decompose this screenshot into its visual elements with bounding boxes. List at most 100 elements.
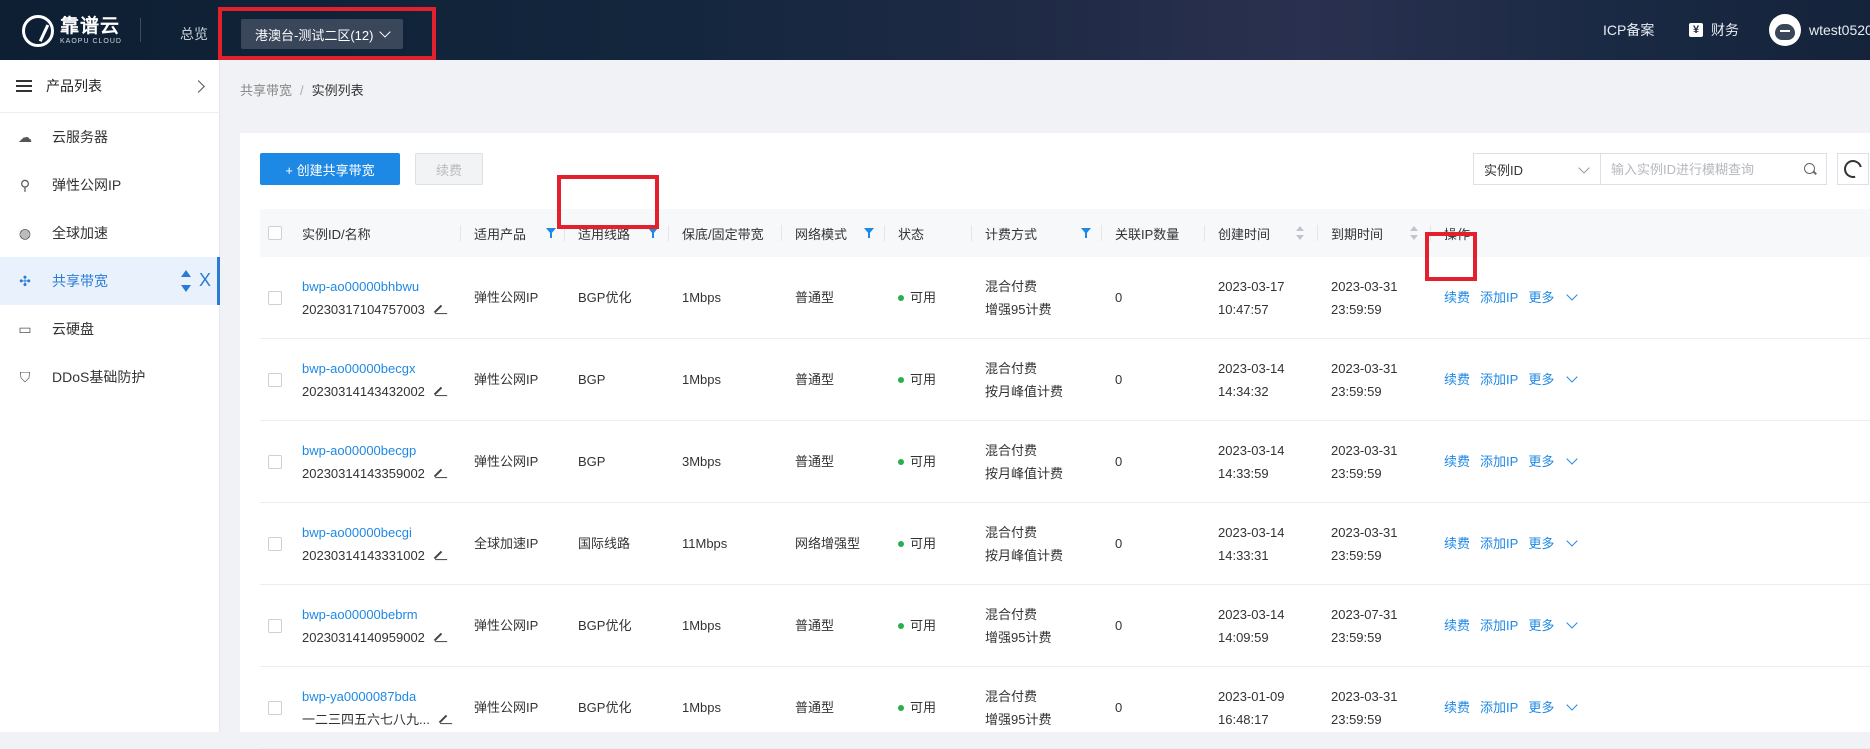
product-cell: 弹性公网IP: [474, 700, 539, 715]
renew-link[interactable]: 续费: [1444, 696, 1470, 719]
status-badge: 可用: [898, 696, 936, 719]
row-checkbox[interactable]: [268, 290, 282, 305]
reorder-icon[interactable]: [181, 270, 191, 292]
product-cell: 弹性公网IP: [474, 618, 539, 633]
more-link[interactable]: 更多: [1528, 286, 1578, 309]
table-row: bwp-ao00000bhbwu 20230317104757003 弹性公网I…: [260, 257, 1870, 339]
sidebar-item-global-acceleration[interactable]: ◍ 全球加速: [0, 209, 219, 257]
refresh-button[interactable]: [1837, 153, 1869, 185]
product-cell: 弹性公网IP: [474, 372, 539, 387]
add-ip-link[interactable]: 添加IP: [1480, 532, 1518, 555]
add-ip-link[interactable]: 添加IP: [1480, 450, 1518, 473]
edit-icon[interactable]: [438, 714, 448, 724]
finance-link[interactable]: ¥ 财务: [1689, 20, 1739, 40]
filter-icon[interactable]: [648, 228, 658, 238]
column-header-ip-count: 关联IP数量: [1101, 209, 1179, 257]
ip-count-cell: 0: [1115, 618, 1123, 633]
sidebar-item-shared-bandwidth[interactable]: ✣ 共享带宽 X: [0, 257, 220, 305]
instance-id-link[interactable]: bwp-ao00000bebrm: [302, 603, 443, 626]
edit-icon[interactable]: [433, 632, 443, 642]
column-header-status: 状态: [884, 209, 924, 257]
status-badge: 可用: [898, 614, 936, 637]
ip-count-cell: 0: [1115, 700, 1123, 715]
more-link[interactable]: 更多: [1528, 614, 1578, 637]
ip-count-cell: 0: [1115, 536, 1123, 551]
row-checkbox[interactable]: [268, 454, 282, 469]
renew-link[interactable]: 续费: [1444, 368, 1470, 391]
add-ip-link[interactable]: 添加IP: [1480, 614, 1518, 637]
edit-icon[interactable]: [433, 550, 443, 560]
logo[interactable]: 靠谱云 KAOPU CLOUD: [22, 14, 122, 48]
search-input[interactable]: [1601, 153, 1827, 185]
mode-cell: 网络增强型: [795, 536, 861, 551]
column-header-line: 适用线路: [564, 209, 630, 257]
logo-text: 靠谱云: [60, 16, 121, 37]
breadcrumb-parent[interactable]: 共享带宽: [240, 83, 292, 98]
more-link[interactable]: 更多: [1528, 368, 1578, 391]
renew-link[interactable]: 续费: [1444, 532, 1470, 555]
more-link[interactable]: 更多: [1528, 696, 1578, 719]
instance-table: 实例ID/名称 适用产品 适用线路 保底/固定带宽 网络模式 状态 计费方式 关…: [260, 209, 1870, 749]
chevron-down-icon: [1566, 698, 1578, 711]
chevron-down-icon: [1566, 616, 1578, 629]
created-time: 16:48:17: [1218, 711, 1269, 727]
renew-button[interactable]: 续费: [415, 153, 483, 185]
more-link[interactable]: 更多: [1528, 532, 1578, 555]
column-header-actions: 操作: [1430, 209, 1470, 257]
create-shared-bandwidth-button[interactable]: + 创建共享带宽: [260, 153, 400, 185]
row-checkbox[interactable]: [268, 536, 282, 551]
overview-link[interactable]: 总览: [180, 24, 208, 44]
edit-icon[interactable]: [433, 304, 443, 314]
edit-icon[interactable]: [433, 386, 443, 396]
filter-icon[interactable]: [1081, 228, 1091, 238]
sort-icon[interactable]: [1296, 226, 1304, 240]
sidebar-item-elastic-ip[interactable]: ⚲ 弹性公网IP: [0, 161, 219, 209]
icp-link[interactable]: ICP备案: [1603, 20, 1654, 40]
instance-id-link[interactable]: bwp-ao00000becgi: [302, 521, 443, 544]
instance-id-link[interactable]: bwp-ao00000becgx: [302, 357, 443, 380]
billing-type: 混合付费: [985, 524, 1038, 540]
renew-link[interactable]: 续费: [1444, 614, 1470, 637]
chevron-down-icon: [1566, 288, 1578, 301]
add-ip-link[interactable]: 添加IP: [1480, 368, 1518, 391]
product-list-toggle[interactable]: 产品列表: [0, 60, 219, 113]
expire-date: 2023-03-31: [1331, 360, 1398, 376]
more-link[interactable]: 更多: [1528, 450, 1578, 473]
row-checkbox[interactable]: [268, 372, 282, 387]
billing-type: 混合付费: [985, 606, 1038, 622]
created-date: 2023-03-14: [1218, 524, 1285, 540]
billing-method: 按月峰值计费: [985, 383, 1064, 399]
renew-link[interactable]: 续费: [1444, 286, 1470, 309]
user-menu[interactable]: wtest0520: [1769, 14, 1870, 46]
sidebar-item-label: 云服务器: [52, 129, 108, 145]
add-ip-link[interactable]: 添加IP: [1480, 286, 1518, 309]
row-checkbox[interactable]: [268, 618, 282, 633]
instance-name: 20230314143359002: [302, 462, 443, 485]
instance-name: 一二三四五六七八九...: [302, 708, 448, 731]
status-badge: 可用: [898, 368, 936, 391]
filter-icon[interactable]: [546, 228, 556, 238]
filter-icon[interactable]: [864, 228, 874, 238]
column-header-billing: 计费方式: [971, 209, 1037, 257]
instance-id-link[interactable]: bwp-ao00000becgp: [302, 439, 443, 462]
sort-icon[interactable]: [1410, 226, 1418, 240]
select-all-checkbox[interactable]: [268, 226, 282, 240]
status-dot-icon: [898, 294, 904, 301]
sidebar-item-cloud-server[interactable]: ☁ 云服务器: [0, 113, 219, 161]
instance-id-link[interactable]: bwp-ao00000bhbwu: [302, 275, 443, 298]
shield-icon: ⛉: [19, 368, 31, 385]
add-ip-link[interactable]: 添加IP: [1480, 696, 1518, 719]
yen-icon: ¥: [1689, 23, 1703, 37]
expire-time: 23:59:59: [1331, 711, 1382, 727]
close-icon[interactable]: X: [199, 270, 211, 291]
renew-link[interactable]: 续费: [1444, 450, 1470, 473]
sidebar-item-ddos[interactable]: ⛉ DDoS基础防护: [0, 353, 219, 401]
instance-id-link[interactable]: bwp-ya0000087bda: [302, 685, 448, 708]
row-checkbox[interactable]: [268, 700, 282, 715]
search-icon[interactable]: [1804, 163, 1815, 174]
mode-cell: 普通型: [795, 618, 835, 633]
edit-icon[interactable]: [433, 468, 443, 478]
filter-field-select[interactable]: 实例ID: [1473, 153, 1601, 185]
header-divider: [140, 18, 141, 42]
sidebar-item-cloud-disk[interactable]: ▭ 云硬盘: [0, 305, 219, 353]
